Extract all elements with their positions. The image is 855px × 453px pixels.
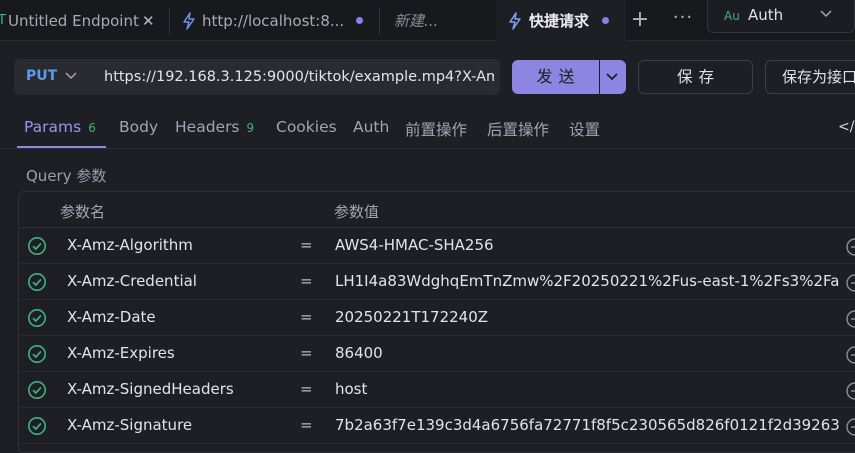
params-table-header: 参数名 参数值 — [19, 192, 855, 228]
unsaved-dot — [356, 17, 363, 24]
tab-body[interactable]: Body — [119, 118, 158, 136]
tab-pre-operations[interactable]: 前置操作 — [405, 118, 467, 140]
more-icon[interactable]: ··· — [672, 8, 694, 32]
param-value[interactable]: 20250221T172240Z — [335, 308, 840, 326]
tab-label: 前置操作 — [405, 121, 468, 139]
remove-circle-icon[interactable] — [845, 417, 855, 441]
table-row: X-Amz-Date = 20250221T172240Z — [19, 300, 855, 336]
tab-label: 后置操作 — [487, 121, 550, 139]
auth-badge: Au — [724, 9, 740, 23]
equals-sign: = — [300, 236, 313, 254]
param-value[interactable]: host — [335, 380, 840, 398]
check-circle-icon[interactable] — [27, 272, 47, 296]
remove-circle-icon[interactable] — [845, 381, 855, 405]
column-header-value: 参数值 — [334, 203, 380, 221]
param-value[interactable]: 86400 — [335, 344, 840, 362]
request-bar: PUT — [14, 59, 500, 95]
check-circle-icon[interactable] — [27, 308, 47, 332]
new-tab-button[interactable]: + — [630, 8, 650, 32]
query-params-title: Query 参数 — [26, 167, 107, 185]
table-row: X-Amz-Algorithm = AWS4-HMAC-SHA256 — [19, 228, 855, 264]
equals-sign: = — [300, 272, 313, 290]
tab-label: Cookies — [276, 118, 337, 136]
tab-label: Untitled Endpoint — [8, 11, 139, 30]
tab-headers[interactable]: Headers 9 — [175, 118, 254, 136]
save-as-endpoint-button[interactable]: 保存为接口 — [765, 60, 855, 94]
send-options-button[interactable] — [600, 60, 626, 94]
param-name[interactable]: X-Amz-Expires — [67, 344, 175, 362]
table-row: X-Amz-SignedHeaders = host — [19, 372, 855, 408]
tab-label: 快捷请求 — [529, 12, 590, 30]
chevron-down-icon[interactable] — [64, 67, 78, 86]
auth-selector[interactable]: Au Auth — [707, 0, 855, 33]
tab-label: Auth — [353, 118, 390, 136]
chevron-down-icon — [819, 5, 833, 24]
send-button[interactable]: 发送 — [512, 60, 599, 94]
tab-bar: T Untitled Endpoint ✕ http://localhost:8… — [0, 0, 855, 41]
param-name[interactable]: X-Amz-Date — [67, 308, 156, 326]
check-circle-icon[interactable] — [27, 380, 47, 404]
equals-sign: = — [300, 416, 313, 434]
close-icon[interactable]: ✕ — [142, 12, 155, 30]
check-circle-icon[interactable] — [27, 236, 47, 260]
param-name[interactable]: X-Amz-SignedHeaders — [67, 380, 234, 398]
param-name[interactable]: X-Amz-Algorithm — [67, 236, 193, 254]
remove-circle-icon[interactable] — [845, 309, 855, 333]
tab-label: Body — [119, 118, 159, 136]
tab-label: 新建... — [394, 12, 439, 30]
equals-sign: = — [300, 344, 313, 362]
tab-label: http://localhost:8... — [202, 11, 345, 30]
request-subtabs: Params 6 Body Headers 9 Cookies Auth 前置操作 … — [0, 110, 855, 149]
param-name[interactable]: X-Amz-Credential — [67, 272, 197, 290]
tab-params[interactable]: Params 6 — [24, 118, 96, 136]
table-row: X-Amz-Expires = 86400 — [19, 336, 855, 372]
equals-sign: = — [300, 308, 313, 326]
tab-quick-request[interactable]: 快捷请求 — [496, 0, 626, 41]
tab-localhost[interactable]: http://localhost:8... — [170, 0, 380, 41]
param-value[interactable]: 7b2a63f7e139c3d4a6756fa72771f8f5c230565d… — [335, 416, 840, 434]
param-value[interactable]: LH1I4a83WdghqEmTnZmw%2F20250221%2Fus-eas… — [335, 272, 840, 290]
table-row: X-Amz-Credential = LH1I4a83WdghqEmTnZmw%… — [19, 264, 855, 300]
tab-label: 设置 — [569, 121, 601, 139]
check-circle-icon[interactable] — [27, 344, 47, 368]
column-header-name: 参数名 — [60, 203, 106, 221]
code-icon[interactable]: </> — [838, 119, 855, 135]
equals-sign: = — [300, 380, 313, 398]
chevron-down-icon — [605, 68, 619, 87]
params-table: 参数名 参数值 X-Amz-Algorithm = AWS4-HMAC-SHA2… — [18, 191, 855, 453]
params-count: 6 — [88, 121, 96, 135]
tab-new[interactable]: 新建... — [380, 0, 496, 41]
tab-settings[interactable]: 设置 — [569, 118, 600, 140]
remove-circle-icon[interactable] — [845, 273, 855, 297]
tab-label: Params — [24, 118, 82, 136]
remove-circle-icon[interactable] — [845, 237, 855, 261]
unsaved-dot — [602, 17, 609, 24]
tab-untitled-endpoint[interactable]: T Untitled Endpoint ✕ — [0, 0, 170, 41]
lightning-icon — [182, 11, 196, 30]
tab-post-operations[interactable]: 后置操作 — [487, 118, 549, 140]
remove-circle-icon[interactable] — [845, 345, 855, 369]
tab-cookies[interactable]: Cookies — [276, 118, 337, 136]
lightning-icon — [508, 11, 522, 30]
method-select[interactable]: PUT — [26, 68, 57, 84]
active-tab-indicator — [17, 146, 106, 148]
table-row: X-Amz-Signature = 7b2a63f7e139c3d4a6756f… — [19, 408, 855, 444]
auth-label: Auth — [748, 6, 784, 24]
save-button[interactable]: 保存 — [638, 60, 753, 94]
check-circle-icon[interactable] — [27, 416, 47, 440]
tab-auth[interactable]: Auth — [353, 118, 389, 136]
param-name[interactable]: X-Amz-Signature — [67, 416, 192, 434]
param-value[interactable]: AWS4-HMAC-SHA256 — [335, 236, 840, 254]
url-input[interactable] — [104, 59, 494, 95]
endpoint-marker-icon: T — [0, 13, 6, 28]
tab-label: Headers — [175, 118, 240, 136]
headers-count: 9 — [246, 121, 255, 135]
